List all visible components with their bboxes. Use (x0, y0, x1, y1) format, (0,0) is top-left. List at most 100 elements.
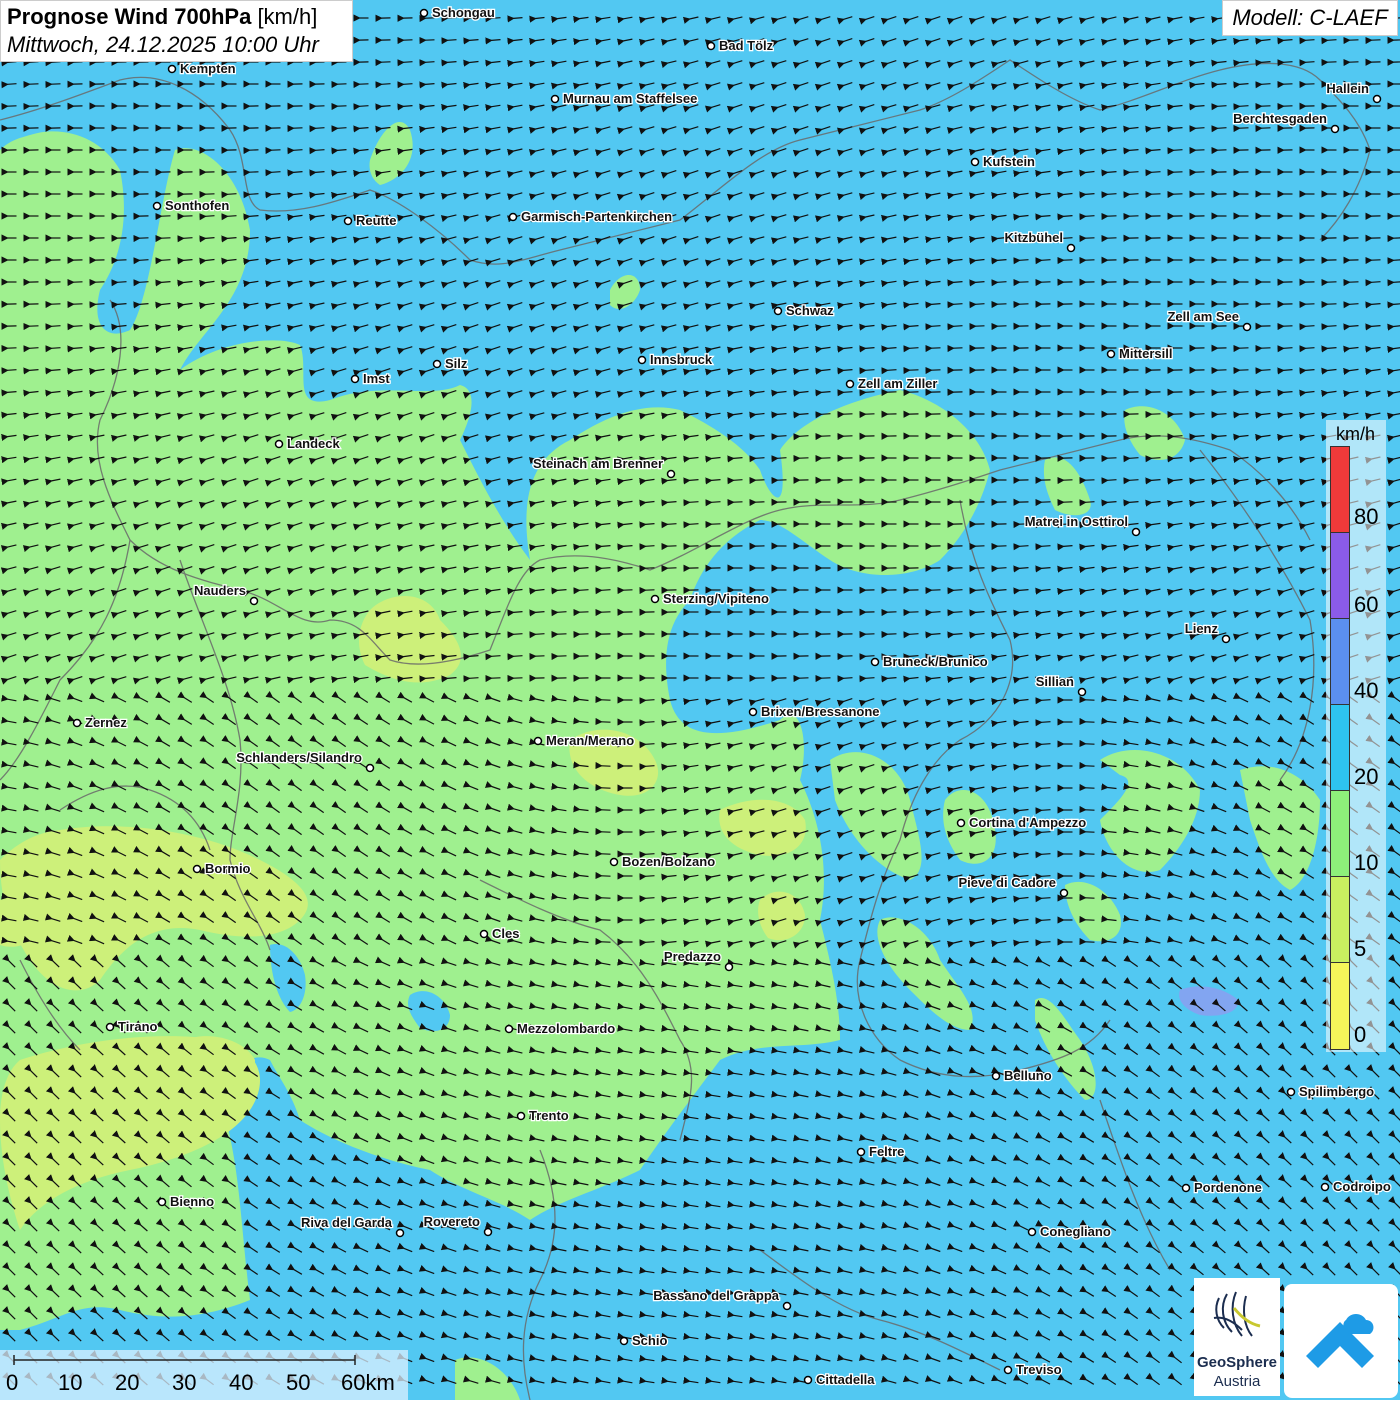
city-name: Treviso (1016, 1362, 1062, 1377)
legend-segment (1331, 447, 1349, 533)
wind-arrow (866, 348, 875, 349)
city-name: Schwaz (786, 303, 834, 318)
geosphere-logo[interactable]: GeoSphere Austria (1194, 1278, 1280, 1396)
city-name: Bruneck/Brunico (883, 654, 988, 669)
city-name: Predazzo (664, 949, 721, 964)
wind-arrow (1174, 150, 1183, 151)
city-dot (639, 357, 646, 364)
wind-arrow (668, 524, 677, 525)
wind-arrow (1394, 304, 1400, 305)
wind-arrow (30, 370, 39, 371)
city-dot (1322, 1184, 1329, 1191)
wind-arrow (954, 326, 963, 327)
wind-arrow (800, 414, 809, 415)
city-dot (367, 765, 374, 772)
city-dot (750, 709, 757, 716)
wind-arrow (976, 590, 985, 591)
city-name: Zell am See (1167, 309, 1239, 324)
wind-arrow (1020, 568, 1029, 569)
wind-arrow (250, 194, 259, 195)
wind-arrow (1130, 480, 1139, 481)
wind-arrow (1108, 502, 1117, 503)
wind-arrow (1284, 62, 1293, 63)
wind-arrow (1394, 260, 1400, 261)
wind-arrow (96, 326, 105, 327)
legend-label-5: 5 (1354, 936, 1366, 962)
city-name: Bormio (205, 861, 251, 876)
city-name: Matrei in Osttirol (1025, 514, 1128, 529)
wind-arrow (778, 458, 787, 459)
wind-arrow (646, 766, 655, 767)
wind-arrow (382, 106, 391, 107)
scale-label-0: 0 (6, 1370, 18, 1396)
wind-arrow (338, 150, 347, 151)
wind-arrow (602, 568, 611, 569)
legend-bar (1330, 446, 1350, 1050)
legend-label-0: 0 (1354, 1022, 1366, 1048)
wind-arrow (1372, 304, 1381, 305)
city-name: Tirano (118, 1019, 158, 1034)
wind-arrow (734, 480, 743, 481)
wind-arrow (1306, 348, 1315, 349)
city-name: Innsbruck (650, 352, 713, 367)
wind-arrow (756, 458, 765, 459)
wind-arrow (1130, 172, 1139, 173)
wind-arrow (998, 282, 1007, 283)
city-name: Hallein (1326, 81, 1369, 96)
model-label: Modell: C-LAEF (1222, 0, 1398, 36)
wind-arrow (316, 128, 325, 129)
city-name: Kufstein (983, 154, 1035, 169)
legend-label-60: 60 (1354, 592, 1378, 618)
city-marker: Garmisch-Partenkirchen (510, 209, 673, 224)
wind-arrow (910, 326, 919, 327)
weather-app-logo[interactable] (1284, 1284, 1398, 1398)
wind-arrow (646, 920, 655, 921)
city-name: Silz (445, 356, 468, 371)
wind-arrow (294, 172, 303, 173)
city-name: Zernez (85, 715, 127, 730)
scale-label-10: 10 (58, 1370, 82, 1396)
wind-arrow (558, 612, 567, 613)
wind-arrow (316, 150, 325, 151)
wind-arrow (954, 304, 963, 305)
wind-arrow (1152, 150, 1161, 151)
wind-arrow (1328, 326, 1337, 327)
city-marker: Conegliano (1029, 1224, 1111, 1239)
city-dot (251, 598, 258, 605)
wind-arrow (8, 84, 17, 85)
city-name: Bozen/Bolzano (622, 854, 715, 869)
wind-arrow (250, 216, 259, 217)
wind-arrow (1108, 480, 1117, 481)
legend-label-80: 80 (1354, 504, 1378, 530)
wind-arrow (1328, 40, 1337, 41)
city-dot (775, 308, 782, 315)
city-name: Cles (492, 926, 519, 941)
legend-label-20: 20 (1354, 764, 1378, 790)
wind-arrow (1218, 392, 1227, 393)
city-name: Imst (363, 371, 390, 386)
wind-arrow (162, 260, 171, 261)
city-dot (352, 376, 359, 383)
wind-arrow (1152, 458, 1161, 459)
wind-arrow (382, 84, 391, 85)
wind-arrow (1042, 700, 1051, 701)
wind-arrow (1130, 194, 1139, 195)
city-name: Belluno (1004, 1068, 1052, 1083)
wind-arrow (1086, 216, 1095, 217)
wind-arrow (1064, 216, 1073, 217)
wind-arrow (954, 590, 963, 591)
wind-arrow (492, 40, 501, 41)
wind-arrow (272, 194, 281, 195)
city-name: Sonthofen (165, 198, 229, 213)
city-dot (958, 820, 965, 827)
wind-arrow (976, 282, 985, 283)
wind-arrow (514, 656, 523, 657)
forecast-date: Mittwoch, 24.12.2025 10:00 Uhr (7, 32, 346, 58)
city-name: Landeck (287, 436, 341, 451)
wind-arrow (954, 282, 963, 283)
wind-arrow (1284, 348, 1293, 349)
city-name: Sillian (1036, 674, 1074, 689)
city-name: Spilimbergo (1299, 1084, 1374, 1099)
city-name: Rovereto (424, 1214, 480, 1229)
city-name: Bienno (170, 1194, 214, 1209)
